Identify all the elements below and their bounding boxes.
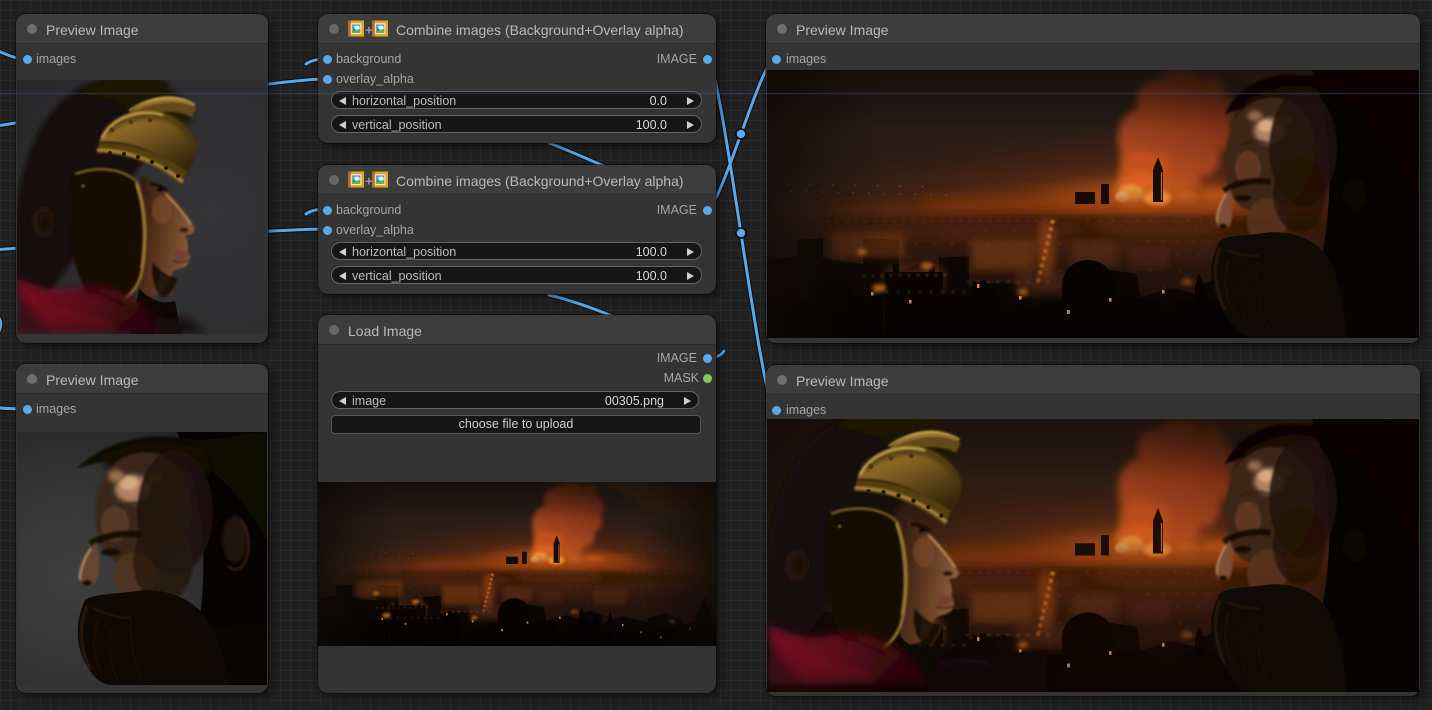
svg-text:+: + bbox=[365, 174, 373, 189]
svg-text:+: + bbox=[365, 23, 373, 38]
